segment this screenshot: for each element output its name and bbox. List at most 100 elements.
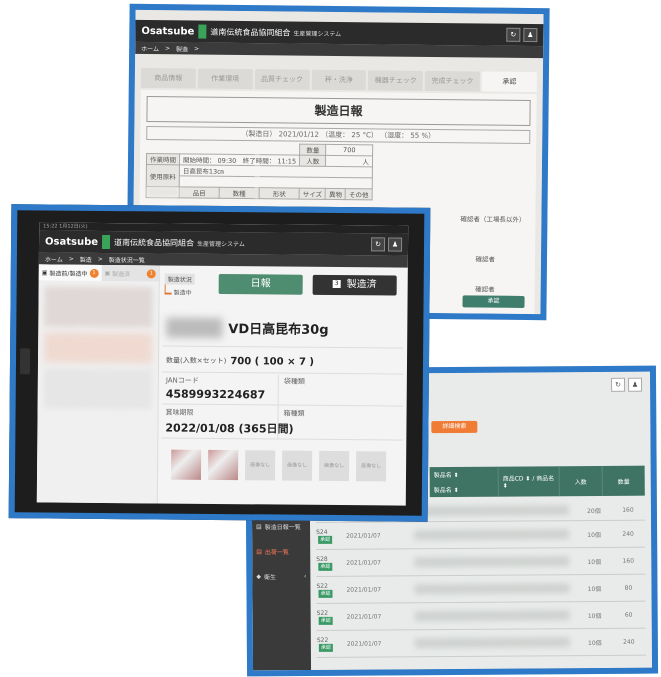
list-row[interactable]: S22 承認 2021/01/07 10個 80 [316, 574, 646, 604]
tab-in-progress[interactable]: ▣ 製造前/製造中 1 [38, 264, 102, 281]
col-foreign: 異物 [325, 188, 346, 200]
app-title: 道南伝統食品協同組合 生産管理システム [114, 237, 245, 249]
qty-value: 80 [624, 584, 633, 592]
no-image-placeholder[interactable]: 画像なし [244, 450, 276, 481]
col-item: 品目 [179, 186, 220, 199]
list-row[interactable]: S24 承認 2021/01/07 10個 240 [316, 520, 646, 550]
app-header: Osatsube 道南伝統食品協同組合 生産管理システム ↻ ♟ [38, 230, 409, 256]
qty-value: 160 [622, 557, 635, 565]
list-row[interactable]: S22 承認 2021/01/07 10個 240 [316, 628, 646, 658]
divider [161, 403, 403, 407]
user-icon[interactable]: ♟ [387, 237, 403, 252]
no-image-placeholder[interactable]: 画像なし [355, 451, 387, 482]
row-date: 2021/01/07 [346, 612, 382, 621]
status-badge: 承認 [318, 535, 333, 544]
sidebar-item-shipments[interactable]: ▤ 出荷一覧 [252, 539, 310, 564]
report-meta: （製造日） 2021/01/12 （温度： 25 °C） （湿度： 55 %） [146, 125, 531, 145]
list-row[interactable]: S22 承認 2021/01/07 10個 60 [316, 601, 646, 631]
box-type-label: 箱種類 [283, 409, 305, 418]
order-list: 20個 160 S24 承認 2021/01/07 10個 240 S28 承認 2… [315, 499, 646, 670]
blurred-list-item[interactable] [43, 332, 153, 364]
org-name: 道南伝統食品協同組合 [210, 27, 291, 37]
org-name: 道南伝統食品協同組合 [114, 237, 195, 248]
tab-quality-check[interactable]: 品質チェック [254, 69, 310, 90]
user-icon[interactable]: ♟ [628, 377, 643, 392]
status-badge: 承認 [318, 616, 333, 625]
product-image-thumbnail[interactable] [207, 449, 239, 481]
expiry-cell: 賞味期限 2022/01/08 (365日間) [165, 408, 293, 437]
logo-mark-icon [198, 24, 207, 39]
col-kinds: 数種 [219, 187, 260, 199]
product-header: VD日高昆布30g [162, 311, 404, 349]
blurred-content [414, 529, 570, 541]
list-row[interactable]: S28 承認 2021/01/07 10個 160 [316, 547, 646, 577]
no-image-placeholder[interactable]: 画像なし [281, 450, 313, 481]
daily-report-button[interactable]: 日報 [218, 273, 303, 295]
confirm-by-non-manager: 確認者（工場長以外） [460, 215, 526, 224]
tablet-side-button [19, 348, 31, 375]
row-date: 2021/01/07 [346, 558, 381, 567]
tab-product-info[interactable]: 商品情報 [140, 67, 196, 89]
pack-value: 20個 [587, 507, 601, 515]
row-date: 2021/01/07 [346, 639, 382, 648]
pack-value: 10個 [587, 612, 602, 620]
document-icon: ▤ [256, 523, 262, 531]
blurred-list-item[interactable] [44, 286, 153, 328]
tab-label: 製造前/製造中 [49, 270, 88, 278]
refresh-icon[interactable]: ↻ [506, 27, 521, 42]
product-image-thumbnail[interactable] [170, 449, 202, 480]
people-label: 人数 [299, 155, 326, 167]
user-icon[interactable]: ♟ [523, 27, 538, 43]
qty-value: 160 [622, 506, 634, 514]
report-title: 製造日報 [146, 95, 531, 127]
breadcrumb-current: 製造状況一覧 [108, 256, 145, 264]
advanced-search-button[interactable]: 詳細検索 [431, 420, 478, 434]
sidebar-item-label: 出荷一覧 [264, 549, 289, 557]
tab-completion-check[interactable]: 完成チェック [425, 70, 481, 92]
list-header: 製品名 ⬍ 製品名 ⬍ 商品CD ⬍ / 商品名 ⬍ 入数 数量 [429, 465, 645, 498]
sidebar-item-hygiene[interactable]: ◆ 衛生 ‹ [252, 564, 310, 589]
breadcrumb-sep: > [97, 255, 103, 263]
approve-button[interactable]: 承認 [462, 295, 525, 308]
blurred-content [414, 610, 570, 622]
col-pack[interactable]: 入数 [559, 465, 603, 497]
process-tabs: 商品情報 作業環境 品質チェック 秤・洗浄 機器チェック 完成チェック 承認 [140, 67, 537, 93]
mark-completed-button[interactable]: 3 製造済 [312, 274, 397, 296]
count-badge: 1 [89, 268, 99, 278]
blurred-content [414, 637, 570, 649]
product-name: VD日高昆布30g [228, 322, 329, 338]
tab-weighing-washing[interactable]: 秤・洗浄 [311, 69, 367, 91]
col-other: その他 [345, 188, 373, 200]
blurred-product-code [166, 317, 223, 339]
tab-equipment-check[interactable]: 機器チェック [368, 70, 424, 91]
breadcrumb-sep: > [164, 44, 171, 52]
col-product-code[interactable]: 商品CD ⬍ / 商品名 ⬍ [498, 466, 560, 497]
expiry-value: 2022/01/08 (365日間) [165, 421, 294, 436]
qty-value: 240 [623, 638, 635, 646]
logo-mark-icon [101, 234, 111, 250]
qty-value: 700 ( 100 × 7 ) [230, 355, 315, 368]
breadcrumb-home[interactable]: ホーム [45, 254, 63, 263]
col-shape: 形状 [259, 187, 300, 200]
blurred-list-item[interactable] [43, 368, 152, 410]
tab-completed[interactable]: ▣ 製造済 1 [101, 264, 159, 282]
image-thumbnails: 画像なし 画像なし 画像なし 画像なし [170, 449, 402, 482]
tab-work-environment[interactable]: 作業環境 [197, 68, 253, 90]
breadcrumb-production[interactable]: 製造 [176, 44, 188, 53]
no-image-placeholder[interactable]: 画像なし [318, 450, 350, 482]
tablet-screen: 15:22 1月12日(火) Osatsube 道南伝統食品協同組合 生産管理シス… [36, 222, 409, 506]
tab-label: 製造済 [112, 270, 131, 278]
breadcrumb-home[interactable]: ホーム [141, 43, 159, 52]
col-product-name-sub: 製品名 ⬍ [433, 486, 459, 495]
breadcrumb-production[interactable]: 製造 [80, 254, 92, 263]
chevron-left-icon: ‹ [303, 573, 307, 581]
divider [161, 437, 403, 441]
status-badge: 承認 [318, 562, 333, 571]
col-product-name[interactable]: 製品名 ⬍ 製品名 ⬍ [429, 466, 499, 498]
tab-approval[interactable]: 承認 [481, 71, 537, 93]
col-quantity[interactable]: 数量 [603, 466, 645, 496]
refresh-icon[interactable]: ↻ [611, 377, 626, 392]
refresh-icon[interactable]: ↻ [370, 237, 386, 252]
sidebar: ▤ 製造日報一覧 ▤ 出荷一覧 ◆ 衛生 ‹ [251, 513, 312, 671]
shield-icon: ◆ [256, 573, 262, 581]
